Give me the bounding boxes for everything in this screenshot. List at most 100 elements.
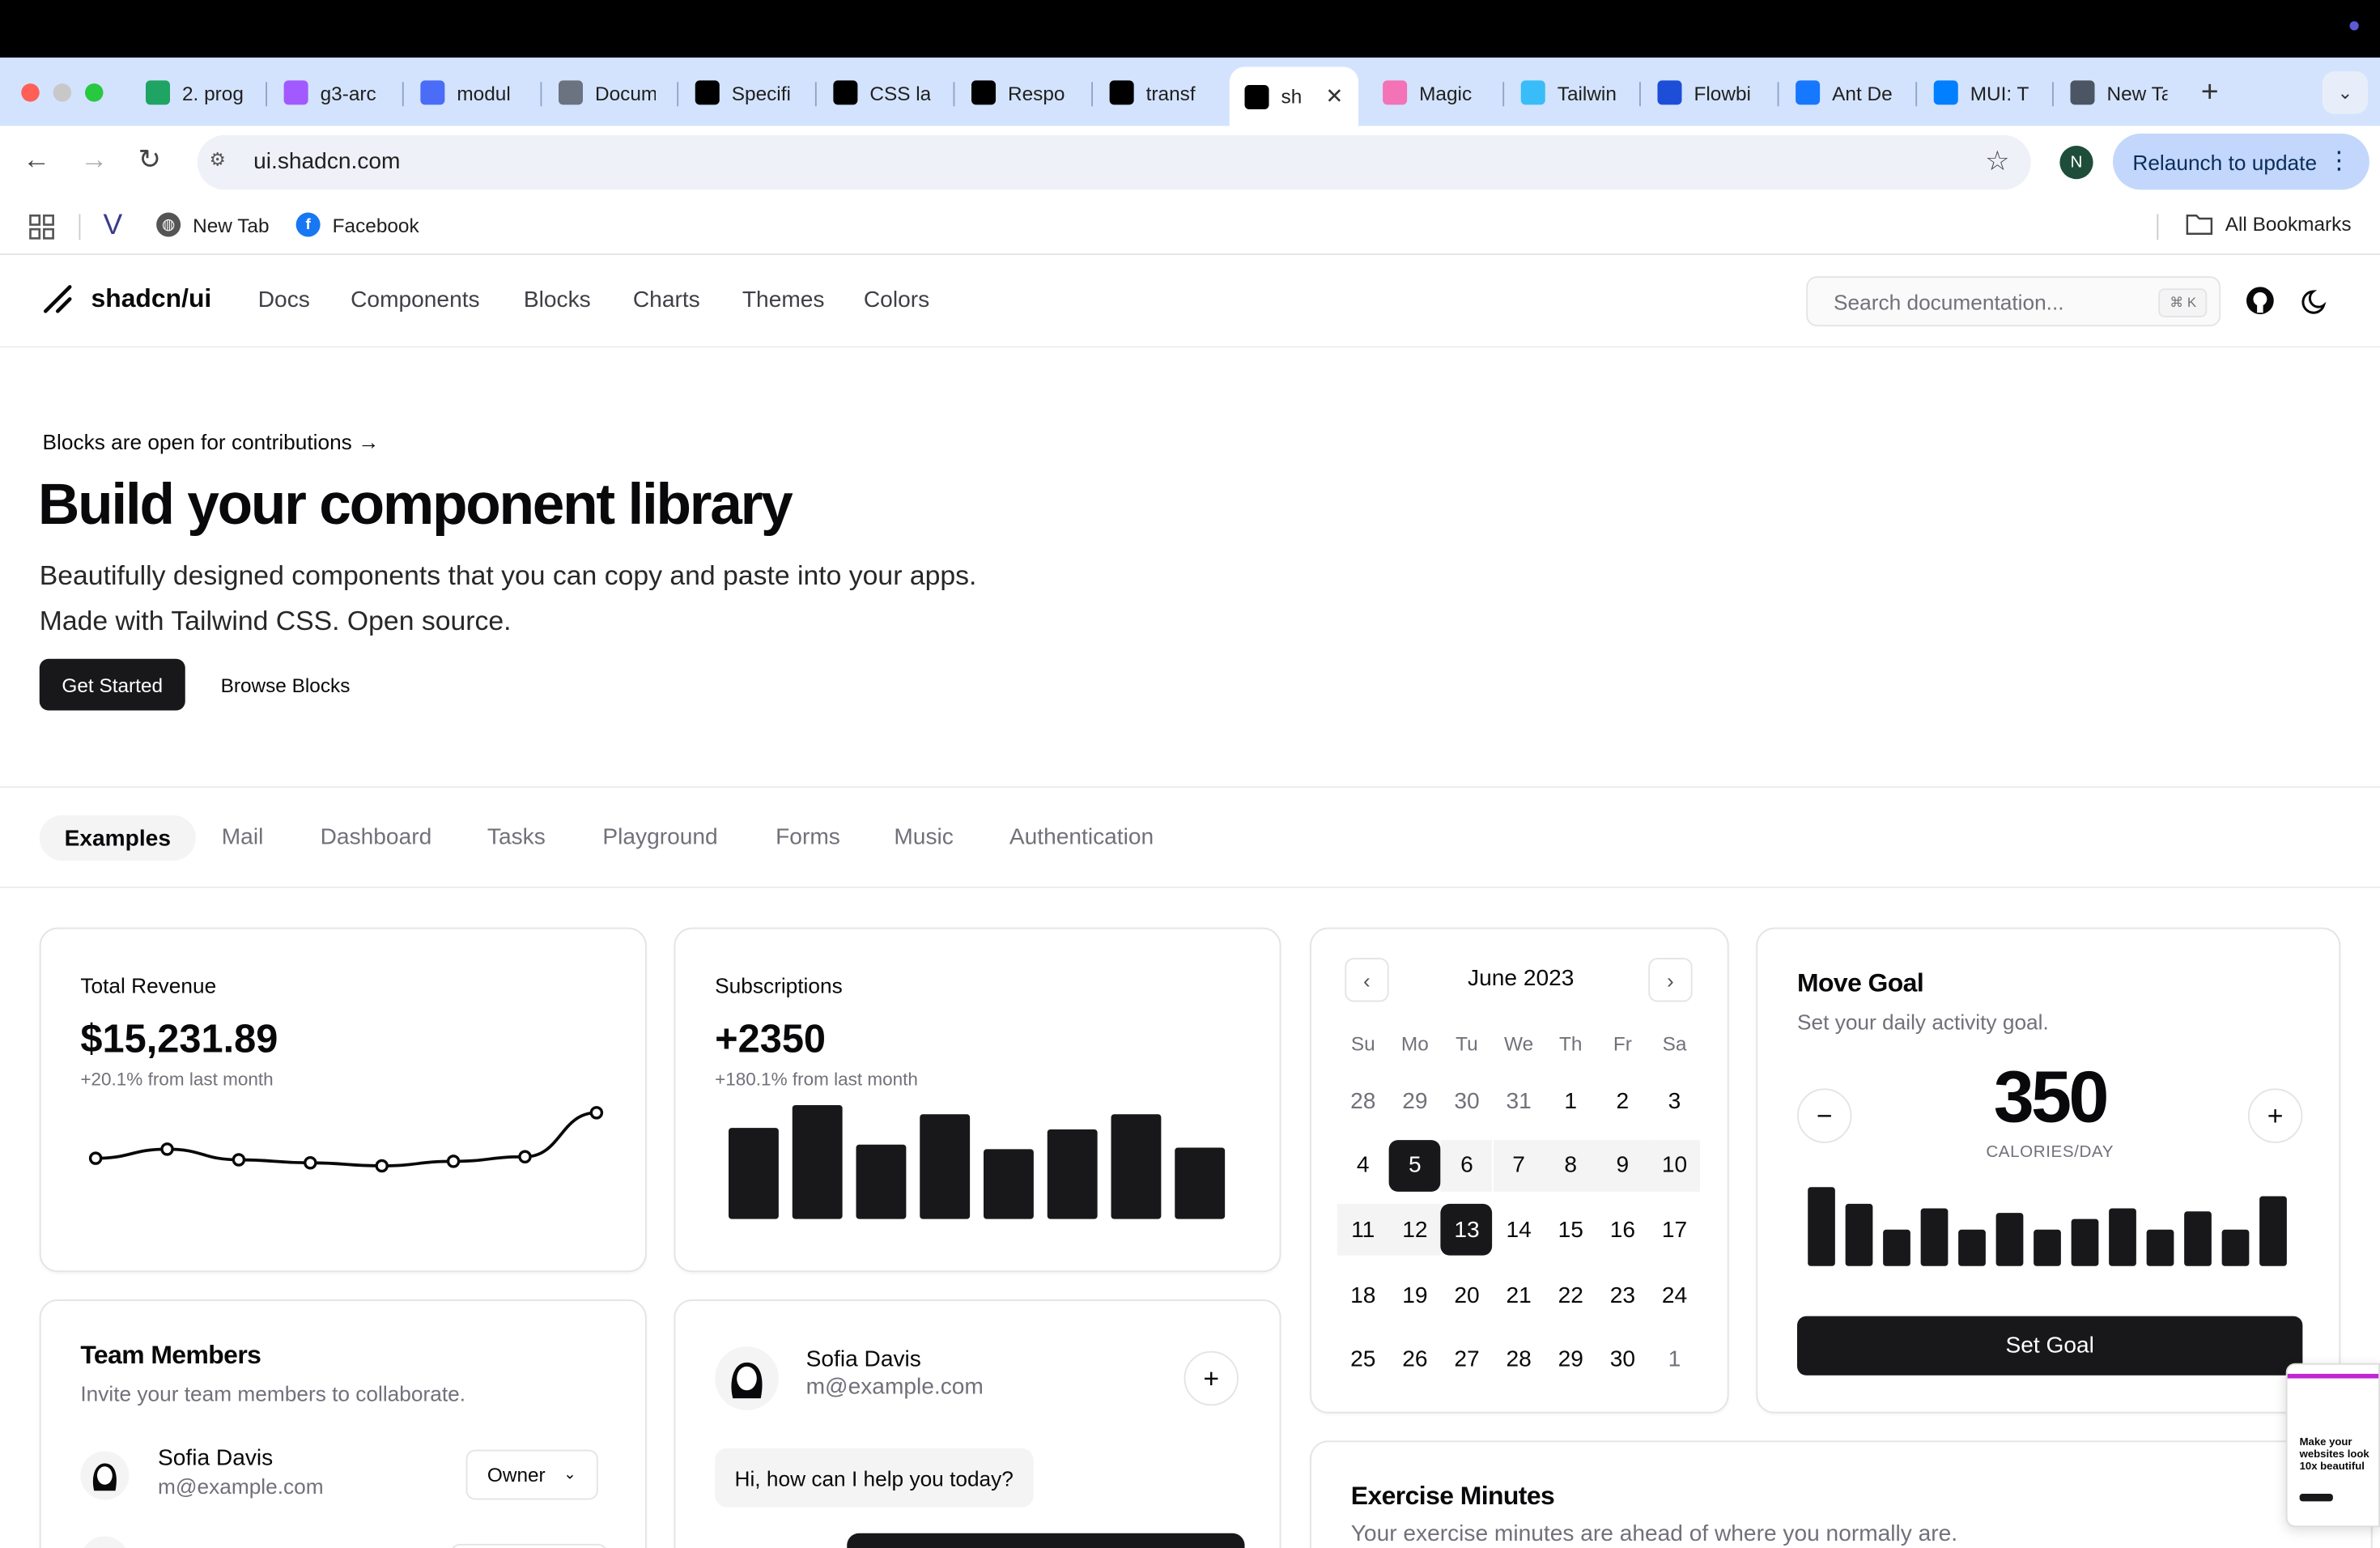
close-tab-icon[interactable]: ✕ [1325,83,1343,109]
profile-avatar[interactable]: N [2059,146,2093,180]
nav-blocks[interactable]: Blocks [524,287,591,313]
tab-14[interactable]: New Ta [2055,70,2183,115]
calendar-day[interactable]: 4 [1337,1140,1389,1192]
calendar-day[interactable]: 15 [1545,1205,1596,1257]
window-minimize-icon[interactable] [53,83,72,102]
role-select[interactable] [450,1543,607,1548]
nav-docs[interactable]: Docs [258,287,310,313]
announcement-link[interactable]: Blocks are open for contributions → [43,430,380,454]
omnibox[interactable]: ⚙ ui.shadcn.com ☆ [197,134,2031,190]
calendar-day[interactable]: 28 [1337,1075,1389,1127]
tab-3[interactable]: Docum [543,70,671,115]
calendar-day[interactable]: 23 [1597,1269,1649,1321]
set-goal-button[interactable]: Set Goal [1797,1316,2303,1376]
calendar-day[interactable]: 2 [1597,1075,1649,1127]
all-bookmarks-button[interactable]: All Bookmarks [2186,213,2352,236]
tab-music[interactable]: Music [894,824,953,850]
tab-13[interactable]: MUI: T [1919,70,2046,115]
calendar-day[interactable]: 17 [1649,1205,1701,1257]
nav-components[interactable]: Components [351,287,479,313]
nav-charts[interactable]: Charts [633,287,700,313]
calendar-day[interactable]: 30 [1441,1075,1493,1127]
window-close-icon[interactable] [21,83,40,102]
calendar-day[interactable]: 7 [1493,1139,1545,1192]
bookmark-label: Facebook [332,213,419,236]
tab-11[interactable]: Flowbi [1643,70,1770,115]
site-logo[interactable]: shadcn/ui [41,283,211,316]
bookmark-new-tab[interactable]: ◍ New Tab [156,212,270,237]
floating-preview-thumbnail[interactable]: Make your websites look 10x beautiful [2285,1363,2380,1528]
tab-dashboard[interactable]: Dashboard [321,824,432,850]
calendar-day[interactable]: 3 [1649,1075,1701,1127]
tab-authentication[interactable]: Authentication [1009,824,1154,850]
forward-icon[interactable]: → [80,144,108,176]
calendar-day[interactable]: 27 [1441,1334,1493,1386]
bookmark-star-icon[interactable]: ☆ [1985,146,2009,177]
calendar-day[interactable]: 24 [1649,1269,1701,1321]
calendar-day[interactable]: 25 [1337,1334,1389,1386]
calendar-day[interactable]: 22 [1545,1269,1596,1321]
v-logo-icon[interactable]: V [104,210,123,243]
tab-8[interactable]: sh ✕ [1229,66,1359,126]
tab-0[interactable]: 2. prog [130,70,258,115]
calendar-day[interactable]: 29 [1389,1075,1441,1127]
tab-tasks[interactable]: Tasks [487,824,546,850]
calendar-day[interactable]: 28 [1493,1334,1545,1386]
dark-mode-icon[interactable] [2301,286,2332,317]
apps-grid-icon[interactable] [29,214,55,240]
calendar-day[interactable]: 14 [1493,1205,1545,1257]
calendar-day[interactable]: 26 [1389,1334,1441,1386]
chevron-right-icon[interactable]: › [1648,958,1693,1002]
tab-4[interactable]: Specifi [680,70,808,115]
new-message-button[interactable]: + [1184,1350,1239,1406]
tab-examples[interactable]: Examples [39,814,196,861]
more-vert-icon[interactable]: ⋮ [2327,146,2351,176]
tab-10[interactable]: Tailwin [1506,70,1634,115]
calendar-day[interactable]: 6 [1441,1139,1493,1192]
nav-themes[interactable]: Themes [742,287,825,313]
tab-7[interactable]: transf [1094,70,1222,115]
calendar-day[interactable]: 9 [1596,1139,1649,1192]
calendar-day[interactable]: 12 [1388,1204,1441,1257]
calendar-day[interactable]: 1 [1545,1075,1596,1127]
calendar-day[interactable]: 20 [1441,1269,1493,1321]
calendar-day[interactable]: 13 [1441,1204,1493,1257]
url-text[interactable]: ui.shadcn.com [253,149,400,175]
tab-9[interactable]: Magic [1367,70,1495,115]
tab-search-button[interactable]: ⌄ [2322,71,2368,114]
calendar-day[interactable]: 1 [1649,1334,1701,1386]
tab-6[interactable]: Respo [956,70,1084,115]
calendar-day[interactable]: 19 [1389,1269,1441,1321]
nav-colors[interactable]: Colors [864,287,929,313]
search-input[interactable]: Search documentation... ⌘ K [1806,276,2221,327]
reload-icon[interactable]: ↻ [138,144,161,176]
calendar-day[interactable]: 11 [1337,1204,1389,1257]
calendar-day[interactable]: 10 [1648,1139,1701,1192]
tab-1[interactable]: g3-arc [269,70,397,115]
relaunch-button[interactable]: Relaunch to update ⋮ [2113,134,2369,190]
new-tab-button[interactable]: + [2201,76,2219,111]
calendar-day[interactable]: 16 [1597,1205,1649,1257]
bookmark-facebook[interactable]: f Facebook [295,212,419,237]
window-maximize-icon[interactable] [85,83,104,102]
tab-mail[interactable]: Mail [222,824,264,850]
back-icon[interactable]: ← [23,144,50,176]
role-select[interactable]: Owner ⌄ [465,1449,598,1500]
browse-blocks-button[interactable]: Browse Blocks [199,659,372,711]
get-started-button[interactable]: Get Started [39,658,185,711]
increase-button[interactable]: + [2247,1088,2303,1143]
calendar-day[interactable]: 5 [1388,1139,1441,1192]
calendar-day[interactable]: 30 [1597,1334,1649,1386]
calendar-day[interactable]: 8 [1545,1139,1597,1192]
site-info-icon[interactable]: ⚙ [210,149,237,176]
tab-12[interactable]: Ant De [1780,70,1908,115]
calendar-day[interactable]: 31 [1493,1075,1545,1127]
calendar-day[interactable]: 21 [1493,1269,1545,1321]
tab-forms[interactable]: Forms [776,824,840,850]
github-icon[interactable] [2245,286,2276,317]
calendar-day[interactable]: 29 [1545,1334,1596,1386]
tab-5[interactable]: CSS la [818,70,946,115]
tab-playground[interactable]: Playground [602,824,717,850]
calendar-day[interactable]: 18 [1337,1269,1389,1321]
tab-2[interactable]: modul [406,70,533,115]
